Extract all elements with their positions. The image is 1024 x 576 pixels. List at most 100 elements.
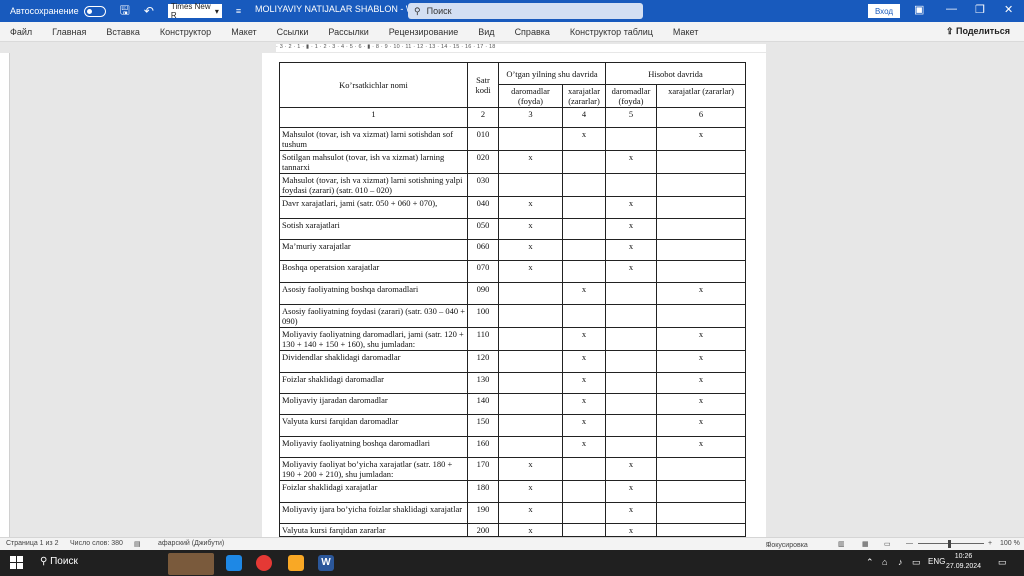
undo-icon[interactable]: ↶ <box>144 4 154 18</box>
battery-icon[interactable]: ▭ <box>912 557 921 568</box>
row-indicator-name[interactable]: Valyuta kursi farqidan zararlar <box>279 523 468 537</box>
row-line-code[interactable]: 040 <box>467 196 499 219</box>
row-line-code[interactable]: 190 <box>467 502 499 524</box>
font-name-box[interactable]: Times New R ▾ <box>167 2 222 20</box>
cell-income-prev[interactable] <box>498 350 563 373</box>
zoom-out-icon[interactable]: — <box>906 540 913 547</box>
cell-expense-report[interactable] <box>655 480 747 503</box>
row-indicator-name[interactable]: Moliyaviy ijaradan daromadlar <box>279 393 468 415</box>
cell-expense-prev[interactable] <box>562 218 606 240</box>
row-indicator-name[interactable]: Sotilgan mahsulot (tovar, ish va xizmat)… <box>279 150 468 174</box>
row-line-code[interactable]: 060 <box>467 239 499 261</box>
table-row[interactable]: Davr xarajatlari, jami (satr. 050 + 060 … <box>279 196 747 219</box>
cell-income-prev[interactable] <box>498 127 563 151</box>
cell-expense-report[interactable] <box>655 260 747 283</box>
cell-income-prev[interactable] <box>498 436 563 458</box>
cell-income-prev[interactable]: x <box>498 457 563 481</box>
cell-income-report[interactable] <box>605 414 657 437</box>
quick-access-menu-icon[interactable]: ≡ <box>236 6 241 16</box>
cell-expense-prev[interactable]: x <box>562 372 606 394</box>
cell-expense-prev[interactable] <box>562 502 606 524</box>
cell-income-prev[interactable]: x <box>498 150 563 174</box>
cell-expense-prev[interactable]: x <box>562 414 606 437</box>
cell-expense-report[interactable]: x <box>655 350 747 373</box>
zoom-in-icon[interactable]: + <box>988 540 992 547</box>
ribbon-display-icon[interactable]: ▣ <box>914 3 924 16</box>
table-row[interactable]: Mahsulot (tovar, ish va xizmat) larni so… <box>279 127 747 151</box>
row-line-code[interactable]: 090 <box>467 282 499 305</box>
cell-expense-prev[interactable]: x <box>562 393 606 415</box>
cell-expense-report[interactable]: x <box>655 414 747 437</box>
row-indicator-name[interactable]: Asosiy faoliyatning foydasi (zarari) (sa… <box>279 304 468 328</box>
row-indicator-name[interactable]: Sotish xarajatlari <box>279 218 468 240</box>
row-line-code[interactable]: 130 <box>467 372 499 394</box>
table-row[interactable]: Sotilgan mahsulot (tovar, ish va xizmat)… <box>279 150 747 174</box>
cell-income-report[interactable] <box>605 327 657 351</box>
vertical-ruler[interactable] <box>0 53 10 537</box>
cell-expense-report[interactable]: x <box>655 327 747 351</box>
tab-file[interactable]: Файл <box>10 27 32 37</box>
cell-expense-prev[interactable]: x <box>562 350 606 373</box>
cell-income-prev[interactable]: x <box>498 218 563 240</box>
cell-expense-prev[interactable]: x <box>562 282 606 305</box>
cell-income-report[interactable]: x <box>605 150 657 174</box>
cell-expense-prev[interactable] <box>562 173 606 197</box>
cell-income-prev[interactable] <box>498 282 563 305</box>
cell-income-report[interactable]: x <box>605 457 657 481</box>
minimize-icon[interactable]: — <box>946 3 957 15</box>
table-row[interactable]: Boshqa operatsion xarajatlar 070 x x <box>279 260 747 283</box>
cell-income-report[interactable] <box>605 304 657 328</box>
row-indicator-name[interactable]: Ma’muriy xarajatlar <box>279 239 468 261</box>
cell-income-prev[interactable]: x <box>498 196 563 219</box>
cell-expense-report[interactable] <box>655 196 747 219</box>
tab-table-design[interactable]: Конструктор таблиц <box>570 27 653 37</box>
search-input[interactable]: ⚲ Поиск <box>408 3 643 19</box>
cell-expense-prev[interactable] <box>562 150 606 174</box>
row-indicator-name[interactable]: Davr xarajatlari, jami (satr. 050 + 060 … <box>279 196 468 219</box>
row-line-code[interactable]: 170 <box>467 457 499 481</box>
cell-income-prev[interactable] <box>498 304 563 328</box>
cell-expense-report[interactable] <box>655 218 747 240</box>
row-line-code[interactable]: 140 <box>467 393 499 415</box>
tab-design[interactable]: Конструктор <box>160 27 211 37</box>
table-row[interactable]: Foizlar shaklidagi daromadlar 130 x x <box>279 372 747 394</box>
cell-expense-report[interactable] <box>655 304 747 328</box>
cell-expense-prev[interactable]: x <box>562 327 606 351</box>
volume-icon[interactable]: ♪ <box>898 557 903 567</box>
chevron-up-icon[interactable]: ⌃ <box>866 557 874 568</box>
cell-expense-prev[interactable] <box>562 239 606 261</box>
taskbar-search[interactable]: ⚲ Поиск <box>40 556 78 567</box>
row-line-code[interactable]: 150 <box>467 414 499 437</box>
cell-expense-report[interactable]: x <box>655 282 747 305</box>
windows-start-icon[interactable] <box>10 556 23 569</box>
row-indicator-name[interactable]: Moliyaviy ijara bo’yicha foizlar shaklid… <box>279 502 468 524</box>
cell-income-prev[interactable]: x <box>498 502 563 524</box>
proofing-icon[interactable]: ▤ <box>134 540 141 548</box>
tab-help[interactable]: Справка <box>515 27 550 37</box>
row-line-code[interactable]: 010 <box>467 127 499 151</box>
table-row[interactable]: Moliyaviy faoliyatning daromadlari, jami… <box>279 327 747 351</box>
cell-income-report[interactable]: x <box>605 260 657 283</box>
signin-button[interactable]: Вход <box>868 4 900 18</box>
cell-income-report[interactable]: x <box>605 239 657 261</box>
cell-income-report[interactable] <box>605 372 657 394</box>
cell-income-report[interactable] <box>605 436 657 458</box>
cell-income-prev[interactable] <box>498 173 563 197</box>
row-indicator-name[interactable]: Moliyaviy faoliyatning daromadlari, jami… <box>279 327 468 351</box>
cell-income-prev[interactable] <box>498 414 563 437</box>
word-app-icon[interactable]: W <box>318 555 334 571</box>
close-icon[interactable]: ✕ <box>1004 3 1013 16</box>
read-mode-icon[interactable]: ▥ <box>838 540 845 548</box>
row-indicator-name[interactable]: Boshqa operatsion xarajatlar <box>279 260 468 283</box>
cell-expense-report[interactable]: x <box>655 372 747 394</box>
cell-income-report[interactable] <box>605 127 657 151</box>
tab-table-layout[interactable]: Макет <box>673 27 698 37</box>
tab-mailings[interactable]: Рассылки <box>328 27 368 37</box>
tab-view[interactable]: Вид <box>478 27 494 37</box>
table-row[interactable]: Valyuta kursi farqidan daromadlar 150 x x <box>279 414 747 437</box>
row-indicator-name[interactable]: Mahsulot (tovar, ish va xizmat) larni so… <box>279 127 468 151</box>
row-indicator-name[interactable]: Dividendlar shaklidagi daromadlar <box>279 350 468 373</box>
cell-income-report[interactable]: x <box>605 480 657 503</box>
table-row[interactable]: Dividendlar shaklidagi daromadlar 120 x x <box>279 350 747 373</box>
cell-expense-report[interactable] <box>655 173 747 197</box>
